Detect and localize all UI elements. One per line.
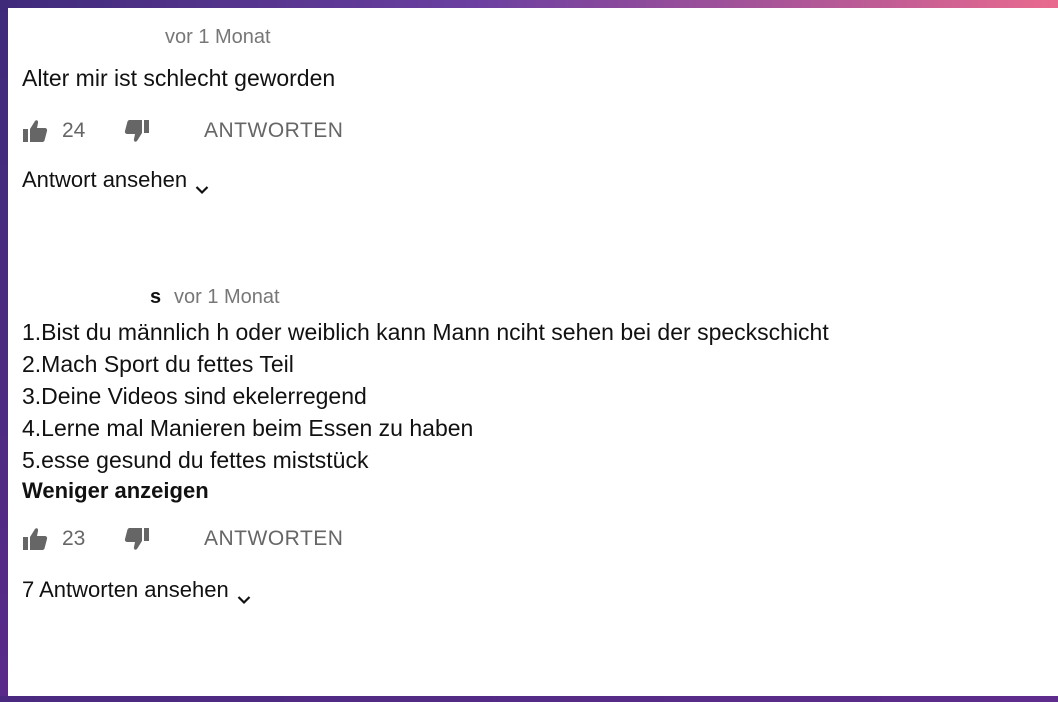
window-frame-left xyxy=(0,0,8,702)
view-replies-label: 7 Antworten ansehen xyxy=(22,577,229,602)
view-replies-button[interactable]: Antwort ansehen xyxy=(22,160,1058,200)
comment-text-line: 1.Bist du männlich h oder weiblich kann … xyxy=(22,319,829,345)
comment-author[interactable]: s xyxy=(150,286,161,309)
comment-meta: s vor 1 Monat xyxy=(22,282,1058,312)
comment-text-line: 4.Lerne mal Manieren beim Essen zu haben xyxy=(22,415,474,441)
comment-text-line: 2.Mach Sport du fettes Teil xyxy=(22,351,294,377)
window-frame-bottom xyxy=(0,696,1058,702)
like-count: 23 xyxy=(62,527,86,550)
comment-2: s vor 1 Monat 1.Bist du männlich h oder … xyxy=(22,282,1058,610)
comment-1: vor 1 Monat Alter mir ist schlecht gewor… xyxy=(22,22,1058,200)
comment-text: Alter mir ist schlecht geworden xyxy=(22,65,336,91)
reply-button[interactable]: ANTWORTEN xyxy=(204,527,343,551)
comment-time[interactable]: vor 1 Monat xyxy=(174,286,280,309)
comment-text-line: 5.esse gesund du fettes miststück xyxy=(22,447,369,473)
show-less-button[interactable]: Weniger anzeigen xyxy=(22,476,1058,506)
window-frame-top xyxy=(0,0,1058,8)
view-replies-button[interactable]: 7 Antworten ansehen xyxy=(22,570,1058,610)
thumb-up-icon[interactable] xyxy=(22,119,48,143)
comment-text-line: 3.Deine Videos sind ekelerregend xyxy=(22,383,367,409)
comment-meta: vor 1 Monat xyxy=(22,22,1058,52)
chevron-down-icon xyxy=(237,585,251,605)
thumb-down-icon[interactable] xyxy=(124,119,150,143)
comment-time[interactable]: vor 1 Monat xyxy=(165,26,271,49)
comment-actions: 24 ANTWORTEN xyxy=(22,108,1058,154)
chevron-down-icon xyxy=(195,175,209,195)
thumb-down-icon[interactable] xyxy=(124,527,150,551)
reply-button[interactable]: ANTWORTEN xyxy=(204,119,343,143)
like-count: 24 xyxy=(62,119,86,142)
thumb-up-icon[interactable] xyxy=(22,527,48,551)
view-replies-label: Antwort ansehen xyxy=(22,167,188,192)
comment-actions: 23 ANTWORTEN xyxy=(22,516,1058,562)
